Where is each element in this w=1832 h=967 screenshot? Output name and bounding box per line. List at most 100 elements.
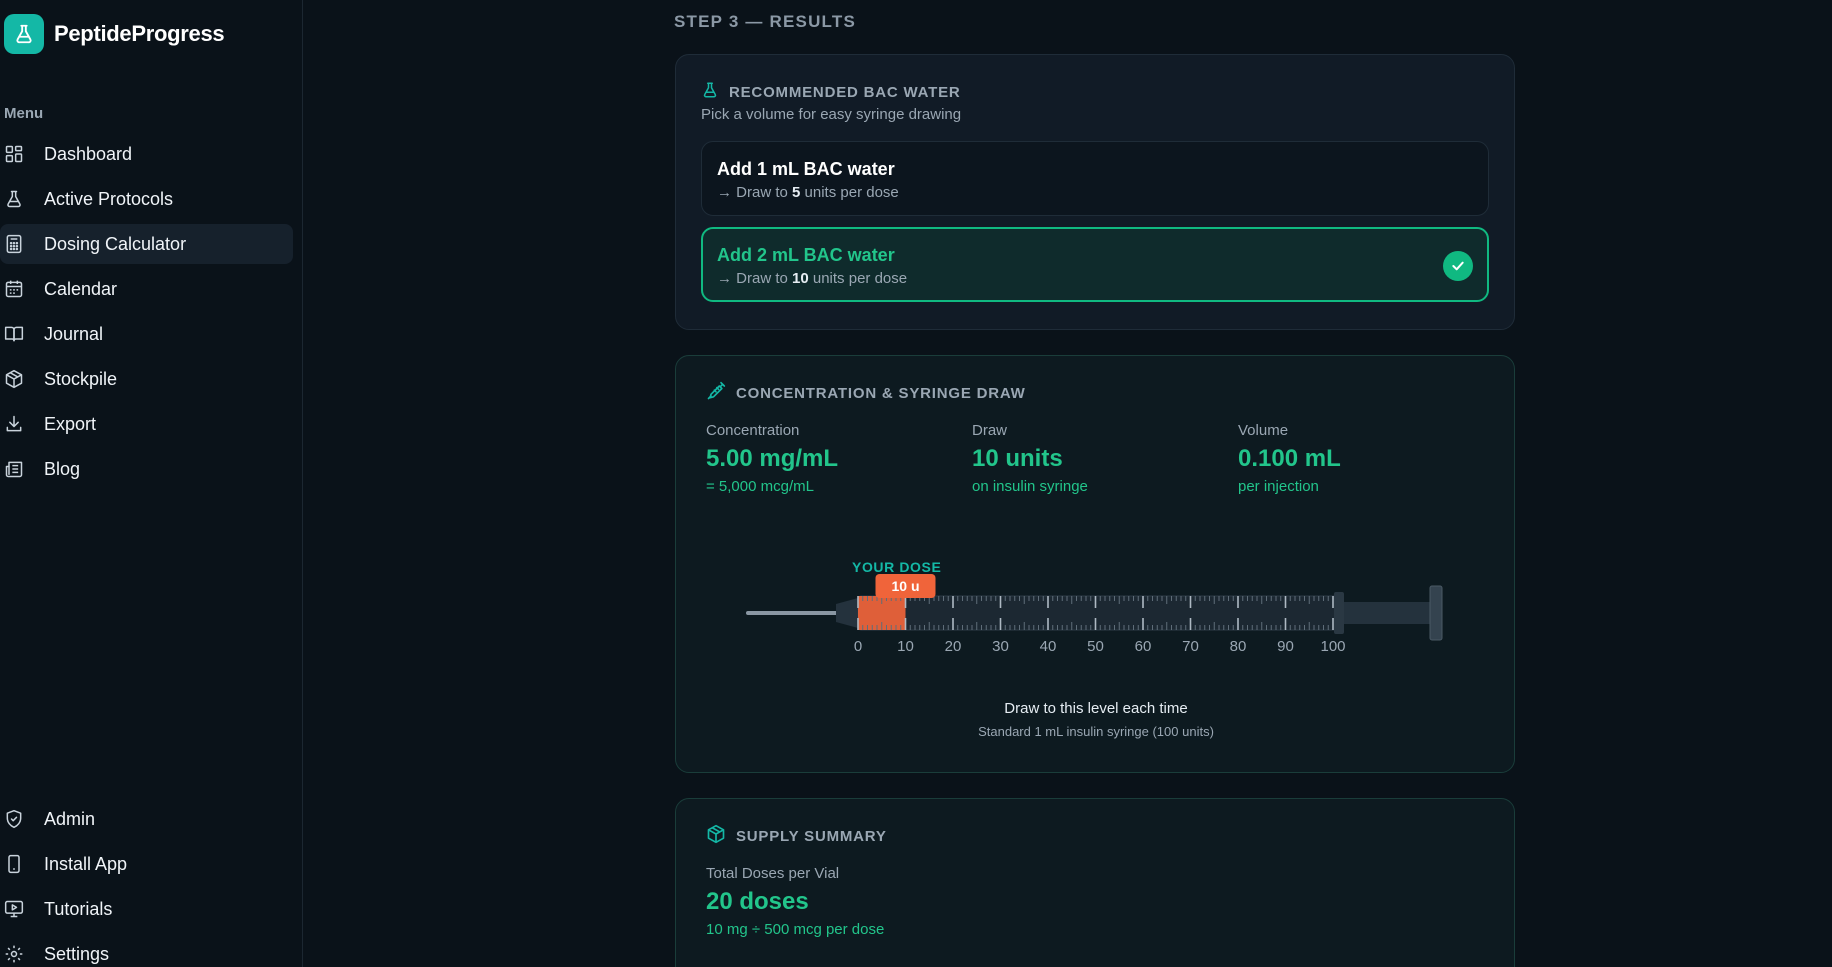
syringe-tick-label: 100 — [1320, 638, 1345, 655]
sidebar-item-install-app[interactable]: Install App — [0, 844, 293, 884]
video-icon — [4, 899, 24, 919]
sidebar-item-label: Dashboard — [44, 143, 133, 164]
option-subtitle: → Draw to 5 units per dose — [717, 184, 899, 201]
stat-draw: Draw 10 units on insulin syringe — [972, 422, 1222, 495]
sidebar-item-label: Dosing Calculator — [44, 233, 187, 254]
gear-icon — [4, 944, 24, 964]
secondary-nav: Admin Install App Tutorials Settings — [0, 799, 293, 967]
download-icon — [4, 414, 24, 434]
supply-summary-card: SUPPLY SUMMARY Total Doses per Vial 20 d… — [675, 798, 1515, 967]
shield-icon — [4, 809, 24, 829]
sidebar-item-label: Install App — [44, 853, 128, 874]
sidebar-item-tutorials[interactable]: Tutorials — [0, 889, 293, 929]
book-icon — [4, 324, 24, 344]
syringe-hub — [836, 598, 858, 628]
brand[interactable]: PeptideProgress — [4, 14, 225, 54]
bac-option-1ml[interactable]: Add 1 mL BAC water → Draw to 5 units per… — [701, 141, 1489, 216]
check-icon — [1443, 251, 1473, 281]
bac-option-2ml[interactable]: Add 2 mL BAC water → Draw to 10 units pe… — [701, 227, 1489, 302]
stat-sub: per injection — [1238, 478, 1319, 495]
sidebar-item-blog[interactable]: Blog — [0, 449, 293, 489]
dose-label: YOUR DOSE — [852, 559, 941, 575]
syringe-barrel — [857, 595, 1339, 631]
newspaper-icon — [4, 459, 24, 479]
stat-value: 10 units — [972, 445, 1063, 472]
syringe-tick-label: 30 — [992, 638, 1009, 655]
box-icon — [4, 369, 24, 389]
calendar-icon — [4, 279, 24, 299]
stat-sub: = 5,000 mcg/mL — [706, 478, 814, 495]
stat-value: 0.100 mL — [1238, 445, 1341, 472]
draw-note: Draw to this level each time — [1004, 700, 1188, 717]
stat-volume: Volume 0.100 mL per injection — [1238, 422, 1488, 495]
stat-sub: on insulin syringe — [972, 478, 1088, 495]
syringe-tick-label: 80 — [1230, 638, 1247, 655]
option-units: 10 — [792, 270, 809, 287]
sidebar-item-journal[interactable]: Journal — [0, 314, 293, 354]
option-title: Add 2 mL BAC water — [717, 245, 895, 265]
main-content: STEP 3 — RESULTS RECOMMENDED BAC WATER P… — [303, 0, 1832, 967]
syringe-tick-labels: 0 10 20 30 40 50 60 70 80 90 100 — [854, 638, 1346, 655]
syringe-tick-label: 90 — [1277, 638, 1294, 655]
flask-icon — [701, 81, 719, 104]
bac-card-header: RECOMMENDED BAC WATER — [701, 81, 961, 104]
syringe-tick-label: 10 — [897, 638, 914, 655]
sidebar-item-label: Admin — [44, 808, 96, 829]
phone-icon — [4, 854, 24, 874]
stat-value: 20 doses — [706, 888, 809, 915]
sidebar-item-admin[interactable]: Admin — [0, 799, 293, 839]
sidebar-item-calendar[interactable]: Calendar — [0, 269, 293, 309]
sidebar: PeptideProgress Menu Dashboard Active Pr… — [0, 0, 303, 967]
sidebar-item-dosing-calculator[interactable]: Dosing Calculator — [0, 224, 293, 264]
sidebar-item-export[interactable]: Export — [0, 404, 293, 444]
option-subtitle: → Draw to 10 units per dose — [717, 270, 908, 287]
stat-label: Draw — [972, 422, 1008, 439]
card-title: CONCENTRATION & SYRINGE DRAW — [736, 385, 1026, 402]
syringe-diagram: 0 10 20 30 40 50 60 70 80 90 100 YOUR DOSE 10 u — [746, 559, 1443, 655]
stat-value: 5.00 mg/mL — [706, 445, 839, 472]
step-title: STEP 3 — RESULTS — [674, 12, 856, 31]
brand-name: PeptideProgress — [54, 21, 225, 46]
syringe-tick-label: 0 — [854, 638, 862, 655]
supply-card-header: SUPPLY SUMMARY — [706, 824, 887, 849]
bac-water-card: RECOMMENDED BAC WATER Pick a volume for … — [675, 54, 1515, 330]
draw-note-sub: Standard 1 mL insulin syringe (100 units… — [978, 724, 1214, 739]
syringe-plunger-head — [1429, 585, 1443, 641]
sidebar-item-label: Calendar — [44, 278, 118, 299]
menu-label: Menu — [4, 105, 44, 122]
syringe-icon — [706, 381, 726, 406]
card-title: SUPPLY SUMMARY — [736, 828, 887, 845]
flask-icon — [4, 189, 24, 209]
stat-label: Total Doses per Vial — [706, 865, 840, 882]
concentration-card: CONCENTRATION & SYRINGE DRAW Concentrati… — [675, 355, 1515, 773]
syringe-tick-label: 50 — [1087, 638, 1104, 655]
calculator-icon — [4, 234, 24, 254]
sidebar-item-active-protocols[interactable]: Active Protocols — [0, 179, 293, 219]
syringe-tick-label: 60 — [1135, 638, 1152, 655]
stat-label: Volume — [1238, 422, 1289, 439]
syringe-tick-label: 70 — [1182, 638, 1199, 655]
stat-total-doses: Total Doses per Vial 20 doses 10 mg ÷ 50… — [706, 865, 956, 938]
stat-concentration: Concentration 5.00 mg/mL = 5,000 mcg/mL — [706, 422, 956, 495]
stat-sub: 10 mg ÷ 500 mcg per dose — [706, 921, 885, 938]
sidebar-item-settings[interactable]: Settings — [0, 934, 293, 967]
dose-badge-text: 10 u — [891, 578, 919, 594]
main-nav: Dashboard Active Protocols Dosing Calcul… — [0, 134, 293, 494]
box-icon — [706, 824, 726, 849]
sidebar-item-label: Journal — [44, 323, 104, 344]
sidebar-item-dashboard[interactable]: Dashboard — [0, 134, 293, 174]
syringe-plunger-rod — [1344, 602, 1430, 624]
sidebar-item-stockpile[interactable]: Stockpile — [0, 359, 293, 399]
concentration-card-header: CONCENTRATION & SYRINGE DRAW — [706, 381, 1026, 406]
sidebar-item-label: Tutorials — [44, 898, 113, 919]
card-subtitle: Pick a volume for easy syringe drawing — [701, 106, 962, 123]
syringe-flange — [1334, 592, 1344, 634]
option-title: Add 1 mL BAC water — [717, 159, 895, 179]
sidebar-item-label: Active Protocols — [44, 188, 174, 209]
sidebar-item-label: Stockpile — [44, 368, 118, 389]
syringe-tick-label: 40 — [1040, 638, 1057, 655]
sidebar-item-label: Export — [44, 413, 97, 434]
dashboard-icon — [4, 144, 24, 164]
sidebar-item-label: Settings — [44, 943, 110, 964]
sidebar-item-label: Blog — [44, 458, 81, 479]
